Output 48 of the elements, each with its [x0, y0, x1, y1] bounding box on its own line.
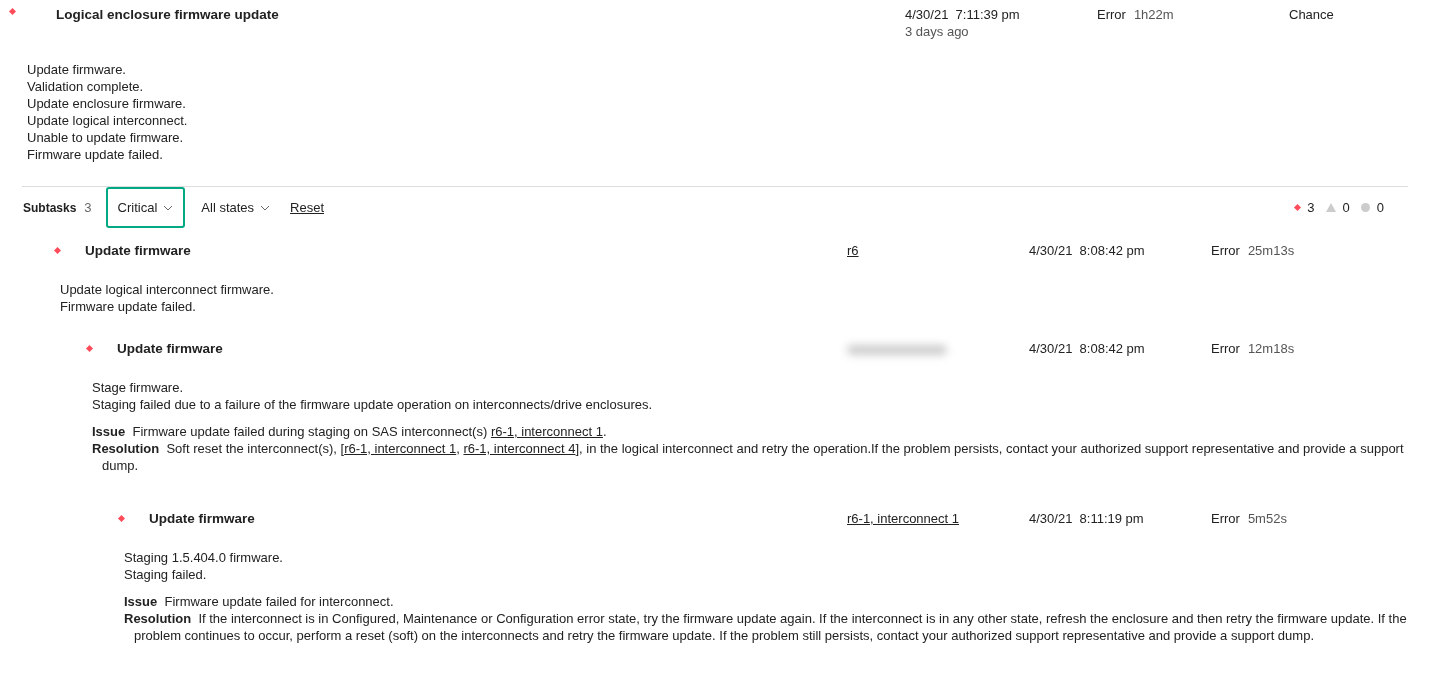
resolution-text: Resolution If the interconnect is in Configured, Maintenance or Configuration error state, try the firmware update again. If the interconnect is in any other state, refresh the enclosure and then retry the firmware update. If the problem continues to occur, perform a reset (soft) on the interconnects and retry the firmware update. If the problem still persists, contact your authorized support representative and provide a support dump.: [124, 610, 1408, 644]
subtask-duration: 5m52s: [1247, 511, 1287, 526]
task-owner: Chance: [1289, 7, 1334, 22]
ok-circle-icon: [1360, 203, 1370, 212]
task-message: Firmware update failed.: [27, 146, 164, 163]
severity-count: 0: [1376, 200, 1384, 215]
task-message: Update firmware.: [27, 61, 127, 78]
task-duration: 1h22m: [1133, 7, 1174, 22]
task-state: Error: [1097, 7, 1126, 22]
subtask-duration: 25m13s: [1247, 243, 1295, 258]
subtask-title: Update firmware: [117, 340, 223, 357]
issue-text: Issue Firmware update failed during staging on SAS interconnect(s) r6-1, interconnect 1.: [92, 423, 608, 440]
severity-count: 3: [1307, 200, 1315, 215]
subtask-duration: 12m18s: [1247, 341, 1295, 356]
task-date: 4/30/21 7:11:39 pm: [905, 6, 1021, 23]
task-message: Update logical interconnect.: [27, 112, 189, 129]
task-message: Update enclosure firmware.: [27, 95, 187, 112]
chevron-down-icon: [163, 204, 174, 211]
subtask-title: Update firmware: [149, 510, 255, 527]
task-message: Unable to update firmware.: [27, 129, 185, 146]
subtask-state: Error: [1211, 511, 1240, 526]
subtask-state: Error: [1211, 341, 1240, 356]
subtasks-count: 3: [84, 200, 92, 215]
subtask-message: Staging 1.5.404.0 firmware.: [124, 549, 284, 566]
warning-triangle-icon: [1325, 203, 1336, 212]
interconnect-link[interactable]: r6-1, interconnect 1: [490, 424, 603, 439]
subtask-message: Firmware update failed.: [60, 298, 197, 315]
task-message: Validation complete.: [27, 78, 145, 95]
subtask-date: 4/30/21 8:08:42 pm: [1029, 243, 1145, 258]
reset-link[interactable]: Reset: [290, 200, 325, 215]
filter-dropdown[interactable]: Critical: [105, 187, 186, 228]
subtask-state: Error: [1211, 243, 1240, 258]
resource-link[interactable]: r6: [847, 243, 859, 258]
severity-count: 0: [1342, 200, 1350, 215]
resource-link[interactable]: r6-1, interconnect 1: [847, 511, 959, 526]
subtasks-label: Subtasks: [23, 200, 77, 215]
subtask-date: 4/30/21 8:11:19 pm: [1029, 511, 1144, 526]
subtask-title: Update firmware: [85, 242, 191, 259]
subtask-date: 4/30/21 8:08:42 pm: [1029, 341, 1145, 356]
subtask-message: Update logical interconnect firmware.: [60, 281, 275, 298]
subtask-message: Staging failed.: [124, 566, 208, 583]
subtask-message: Stage firmware.: [92, 379, 185, 396]
subtask-message: Staging failed due to a failure of the firmware update operation on interconnects/drive enclosures.: [92, 396, 654, 413]
task-age: 3 days ago: [905, 23, 970, 40]
task-title: Logical enclosure firmware update: [56, 6, 279, 23]
resolution-text: Resolution Soft reset the interconnect(s), [r6-1, interconnect 1, r6-1, interconnect 4], in the logical interconnect and retry the operation.If the problem persists, contact your authorized support representative and provide a support dump.: [92, 440, 1405, 474]
issue-text: Issue Firmware update failed for interconnect.: [124, 593, 395, 610]
chevron-down-icon: [260, 204, 271, 211]
